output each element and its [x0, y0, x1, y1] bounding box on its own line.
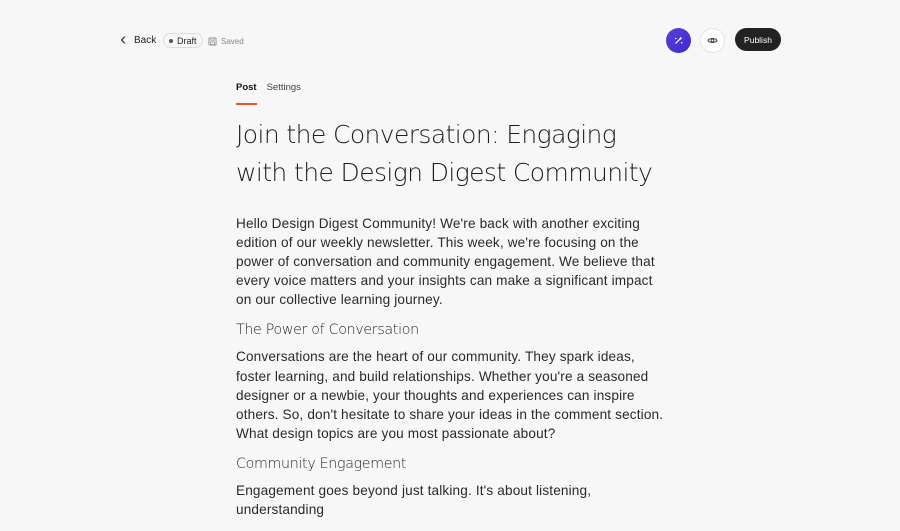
status-dot: [169, 38, 173, 43]
save-status-label: Saved: [221, 36, 244, 46]
section-paragraph[interactable]: Conversations are the heart of our commu…: [236, 347, 666, 442]
section-heading[interactable]: The Power of Conversation: [236, 321, 666, 339]
status-badge-label: Draft: [177, 35, 197, 46]
preview-button[interactable]: [700, 28, 725, 53]
status-badge: Draft: [163, 33, 203, 48]
chevron-left-icon: [120, 36, 126, 44]
post-intro-paragraph[interactable]: Hello Design Digest Community! We're bac…: [236, 214, 666, 309]
post-title[interactable]: Join the Conversation: Engaging with the…: [236, 116, 666, 192]
post-editor[interactable]: Join the Conversation: Engaging with the…: [236, 116, 666, 531]
section-heading[interactable]: Community Engagement: [236, 455, 666, 473]
publish-button[interactable]: Publish: [735, 28, 781, 51]
section-paragraph[interactable]: Engagement goes beyond just talking. It'…: [236, 481, 666, 519]
ai-assistant-button[interactable]: [666, 28, 691, 53]
editor-tabs: Post Settings: [236, 82, 301, 105]
tab-settings[interactable]: Settings: [267, 82, 301, 101]
eye-icon: [707, 38, 718, 43]
save-status: Saved: [208, 34, 244, 48]
sparkle-icon: [675, 36, 683, 44]
back-button[interactable]: Back: [118, 31, 156, 49]
back-label: Back: [134, 34, 157, 46]
tab-post[interactable]: Post: [236, 82, 257, 105]
editor-topbar: Back Draft Saved Publish: [0, 0, 900, 80]
floppy-disk-icon: [208, 36, 217, 46]
